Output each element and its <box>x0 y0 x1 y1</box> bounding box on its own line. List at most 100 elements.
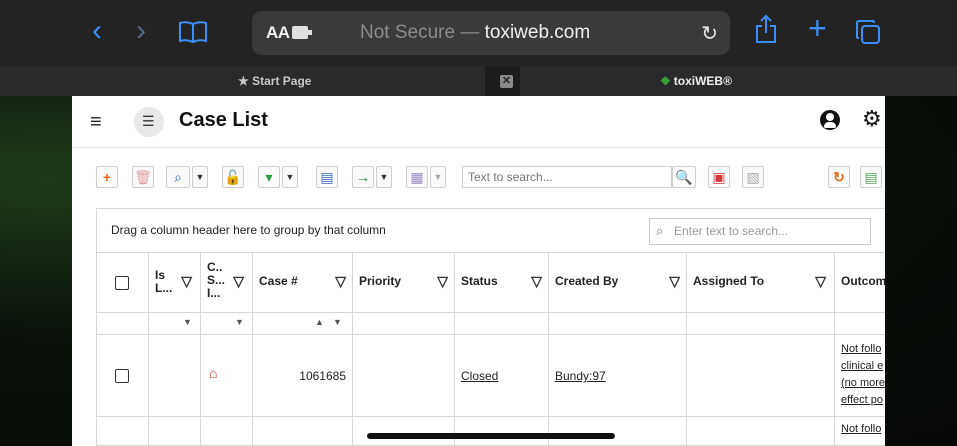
column-header-label: Priority <box>359 274 402 288</box>
status-cell: Closed <box>455 335 549 416</box>
outcome-line[interactable]: effect po <box>841 392 885 409</box>
toolbar-search-input[interactable] <box>462 166 672 188</box>
export-icon[interactable]: ▧ <box>742 166 764 188</box>
share-icon[interactable] <box>755 14 777 49</box>
not-secure-label: Not Secure — <box>360 22 480 43</box>
filter-cell[interactable]: ▲ ▼ <box>253 313 353 334</box>
home-indicator[interactable] <box>367 433 615 439</box>
header-case-status-icon[interactable]: C.. S... I... ▽ <box>201 253 253 312</box>
header-created-by[interactable]: Created By ▽ <box>549 253 687 312</box>
filter-check-icon[interactable]: ▾ <box>258 166 280 188</box>
filter-dropdown-icon[interactable]: ▼ <box>333 317 342 327</box>
row-checkbox[interactable] <box>115 369 129 383</box>
tab-strip: ★ Start Page ✕ ❖ toxiWEB® <box>0 66 957 96</box>
tab-toxiweb-label: ❖ toxiWEB® <box>660 74 732 88</box>
filter-cell <box>97 313 149 334</box>
row-select-cell <box>97 417 149 446</box>
case-number-cell: 1061685 <box>253 335 353 416</box>
forward-arrow-icon[interactable]: → <box>352 166 374 188</box>
created-by-cell: Bundy:97 <box>549 335 687 416</box>
header-select-all-cell <box>97 253 149 312</box>
header-is-locked[interactable]: Is L... ▽ <box>149 253 201 312</box>
tab-start-page[interactable]: ★ Start Page <box>0 66 485 96</box>
table-row[interactable]: ⌂ 1061685 Closed Bundy:97 Not follo clin… <box>97 335 885 417</box>
filter-cell[interactable]: ▼ <box>201 313 253 334</box>
user-search-dropdown-arrow-icon[interactable]: ▼ <box>192 166 208 188</box>
clear-filter-icon[interactable]: ▣ <box>708 166 730 188</box>
filter-cell[interactable]: ▼ <box>149 313 201 334</box>
header-assigned-to[interactable]: Assigned To ▽ <box>687 253 835 312</box>
case-status-icon-cell: ⌂ <box>201 335 253 416</box>
report-icon[interactable]: ▦ <box>406 166 428 188</box>
outcome-line[interactable]: Not follo <box>841 341 885 358</box>
column-filter-icon[interactable]: ▽ <box>335 273 346 290</box>
outcome-line[interactable]: clinical e <box>841 358 885 375</box>
filter-dropdown-arrow-icon[interactable]: ▼ <box>282 166 298 188</box>
user-search-icon[interactable]: ⌕ <box>166 166 190 188</box>
address-bar[interactable]: AA Not Secure — toxiweb.com ↻ <box>252 11 730 55</box>
new-document-icon[interactable]: ▤ <box>860 166 882 188</box>
screen: ‹ › AA Not Secure — toxiweb.com ↻ + ★ St… <box>0 0 957 446</box>
sort-ascending-icon[interactable]: ▲ <box>315 317 324 327</box>
is-locked-cell <box>149 335 201 416</box>
column-filter-icon[interactable]: ▽ <box>815 273 826 290</box>
toxiweb-favicon-icon: ❖ <box>660 74 671 88</box>
tab-start-page-label: ★ Start Page <box>238 74 311 88</box>
add-case-plus-icon[interactable]: + <box>96 166 118 188</box>
status-link[interactable]: Closed <box>461 369 498 383</box>
case-number: 1061685 <box>299 369 346 383</box>
column-header-label: Created By <box>555 274 619 288</box>
filter-dropdown-icon[interactable]: ▼ <box>183 317 192 327</box>
column-filter-icon[interactable]: ▽ <box>233 273 244 290</box>
settings-gear-icon[interactable]: ⚙ <box>862 108 882 130</box>
header-case-number[interactable]: Case # ▽ <box>253 253 353 312</box>
filter-cell <box>687 313 835 334</box>
back-chevron-icon[interactable]: ‹ <box>92 16 102 46</box>
domain-label: toxiweb.com <box>484 22 591 43</box>
filter-dropdown-icon[interactable]: ▼ <box>235 317 244 327</box>
created-by-cell <box>549 417 687 446</box>
column-filter-icon[interactable]: ▽ <box>531 273 542 290</box>
header-outcome[interactable]: Outcom <box>835 253 885 312</box>
grid-toolbar: + 🗑 ⌕ ▼ 🔓 ▾ ▼ ▤ → ▼ ▦ ▼ 🔍 ▣ ▧ ↻ ▤ <box>72 164 885 192</box>
reload-icon[interactable]: ↻ <box>701 21 718 46</box>
refresh-icon[interactable]: ↻ <box>828 166 850 188</box>
column-header-label: Outcom <box>841 274 885 288</box>
text-size-button[interactable]: AA <box>266 23 290 43</box>
new-tab-plus-icon[interactable]: + <box>808 12 827 44</box>
user-account-icon[interactable] <box>820 110 840 130</box>
outcome-line[interactable]: Not follo <box>841 423 881 435</box>
delete-trash-icon[interactable]: 🗑 <box>132 166 154 188</box>
closed-case-house-icon: ⌂ <box>209 365 218 381</box>
outcome-cell: Not follo clinical e (no more effect po <box>835 335 885 416</box>
column-filter-icon[interactable]: ▽ <box>669 273 680 290</box>
search-magnifier-icon[interactable]: 🔍 <box>672 166 696 188</box>
tab-toxiweb[interactable]: ❖ toxiWEB® <box>520 66 957 96</box>
page-header: ≡ ☰ Case List ⚙ <box>72 96 885 148</box>
assigned-to-cell <box>687 417 835 446</box>
close-tab-icon[interactable]: ✕ <box>500 75 513 88</box>
filter-cell <box>549 313 687 334</box>
web-page: ≡ ☰ Case List ⚙ + 🗑 ⌕ ▼ 🔓 ▾ ▼ ▤ → ▼ ▦ ▼ … <box>72 96 885 446</box>
save-disk-icon[interactable]: ▤ <box>316 166 338 188</box>
select-all-checkbox[interactable] <box>115 276 129 290</box>
extension-icon[interactable] <box>292 26 312 39</box>
header-status[interactable]: Status ▽ <box>455 253 549 312</box>
table-row[interactable]: Not follo <box>97 417 885 446</box>
outcome-line[interactable]: (no more <box>841 375 885 392</box>
group-panel-hint: Drag a column header here to group by th… <box>111 223 386 237</box>
forward-dropdown-arrow-icon[interactable]: ▼ <box>376 166 392 188</box>
assigned-to-cell <box>687 335 835 416</box>
tabs-overview-icon[interactable] <box>855 19 881 45</box>
hamburger-menu-icon[interactable]: ≡ <box>90 111 102 134</box>
unlock-icon[interactable]: 🔓 <box>222 166 244 188</box>
header-priority[interactable]: Priority ▽ <box>353 253 455 312</box>
is-locked-cell <box>149 417 201 446</box>
column-filter-icon[interactable]: ▽ <box>437 273 448 290</box>
column-filter-icon[interactable]: ▽ <box>181 273 192 290</box>
grid-search-field[interactable]: ⌕ Enter text to search... <box>649 218 871 245</box>
forward-chevron-icon[interactable]: › <box>136 16 146 46</box>
bookmarks-book-icon[interactable] <box>178 20 208 50</box>
report-dropdown-arrow-icon[interactable]: ▼ <box>430 166 446 188</box>
created-by-link[interactable]: Bundy:97 <box>555 369 606 383</box>
